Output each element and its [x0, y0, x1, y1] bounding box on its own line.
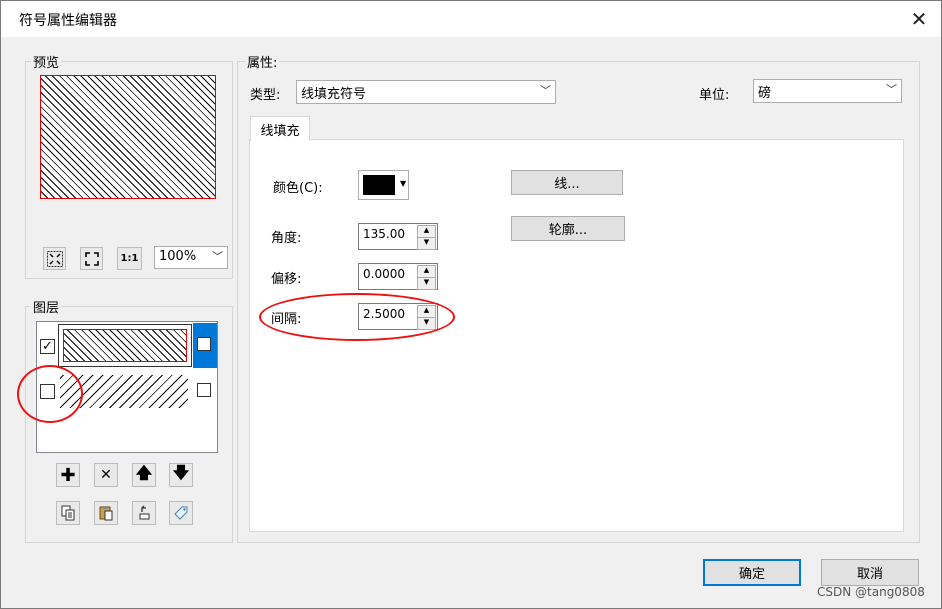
symbol-editor-window: 符号属性编辑器 ✕ 预览 1:1 100% ﹀ 图层 ✓ ✚ ✕ 🡅 🡇 属性:… [0, 0, 942, 609]
annotation-circle-spacing [259, 293, 455, 341]
lock-icon[interactable] [197, 383, 211, 397]
ok-button[interactable]: 确定 [703, 559, 801, 586]
layer-swatch-frame-1 [58, 324, 192, 367]
color-picker[interactable]: ▼ [358, 170, 409, 200]
spin-down-icon[interactable]: ▼ [417, 237, 436, 250]
type-label: 类型: [250, 88, 281, 103]
arrow-up-icon: 🡅 [135, 462, 153, 482]
unit-select[interactable]: 磅 ﹀ [753, 79, 902, 103]
fit-icon [46, 250, 63, 267]
copy-layer-button[interactable] [56, 501, 80, 525]
symbol-preview [40, 75, 216, 199]
chevron-down-icon: ﹀ [886, 83, 897, 96]
close-icon: ✕ [100, 467, 112, 483]
chevron-down-icon: ﹀ [540, 84, 551, 97]
window-title: 符号属性编辑器 [19, 13, 117, 29]
copy-icon [61, 505, 75, 521]
offset-label: 偏移: [271, 272, 302, 287]
title-bar: 符号属性编辑器 ✕ [1, 1, 941, 37]
undo-icon [139, 505, 150, 520]
checkmark-icon: ✓ [42, 339, 53, 354]
move-down-button[interactable]: 🡇 [169, 463, 193, 487]
paste-layer-button[interactable] [94, 501, 118, 525]
cancel-button[interactable]: 取消 [821, 559, 919, 586]
outline-button[interactable]: 轮廓... [511, 216, 625, 241]
line-button-label: 线... [554, 177, 580, 192]
full-extent-button[interactable] [80, 247, 103, 270]
lock-icon[interactable] [197, 337, 211, 351]
layer-visible-checkbox-1[interactable]: ✓ [40, 339, 55, 354]
caret-down-icon: ▼ [400, 179, 407, 188]
actual-size-icon: 1:1 [120, 253, 139, 264]
paste-icon [99, 506, 113, 521]
tag-icon [174, 506, 188, 520]
chevron-down-icon: ﹀ [212, 250, 223, 263]
type-select[interactable]: 线填充符号 ﹀ [296, 80, 556, 104]
arrow-down-icon: 🡇 [172, 462, 190, 482]
close-button[interactable]: ✕ [897, 1, 941, 37]
fit-to-window-button[interactable] [43, 247, 66, 270]
offset-value: 0.0000 [363, 267, 405, 281]
angle-value: 135.00 [363, 227, 405, 241]
color-swatch [363, 175, 395, 195]
offset-spinner[interactable]: 0.0000 ▲ ▼ [358, 263, 438, 290]
watermark: CSDN @tang0808 [817, 585, 925, 599]
angle-label: 角度: [271, 231, 302, 246]
move-up-button[interactable]: 🡅 [132, 463, 156, 487]
layer-row-1[interactable]: ✓ [37, 323, 217, 368]
line-button[interactable]: 线... [511, 170, 623, 195]
unit-value: 磅 [758, 86, 772, 101]
layer-selection-bar [193, 323, 217, 368]
close-icon: ✕ [910, 7, 928, 31]
layer-swatch-1 [63, 329, 187, 362]
color-label: 颜色(C): [273, 181, 323, 196]
preview-label: 预览 [31, 52, 62, 71]
properties-label: 属性: [245, 52, 280, 71]
tab-line-fill[interactable]: 线填充 [250, 116, 310, 141]
cancel-button-label: 取消 [856, 567, 883, 582]
outline-button-label: 轮廓... [548, 223, 588, 238]
tag-layer-button[interactable] [169, 501, 193, 525]
annotation-circle-checkbox [17, 365, 83, 423]
expand-icon [84, 251, 99, 266]
reset-layer-button[interactable] [132, 501, 156, 525]
spin-down-icon[interactable]: ▼ [417, 277, 436, 290]
layers-label: 图层 [31, 297, 62, 316]
zoom-value: 100% [159, 249, 197, 264]
angle-spinner[interactable]: 135.00 ▲ ▼ [358, 223, 438, 250]
plus-icon: ✚ [60, 464, 76, 486]
tab-line-fill-label: 线填充 [260, 123, 300, 139]
actual-size-button[interactable]: 1:1 [117, 247, 142, 270]
unit-label: 单位: [699, 88, 730, 103]
add-layer-button[interactable]: ✚ [56, 463, 80, 487]
zoom-select[interactable]: 100% ﹀ [154, 246, 228, 269]
ok-button-label: 确定 [738, 567, 765, 582]
type-value: 线填充符号 [301, 87, 367, 102]
delete-layer-button[interactable]: ✕ [94, 463, 118, 487]
